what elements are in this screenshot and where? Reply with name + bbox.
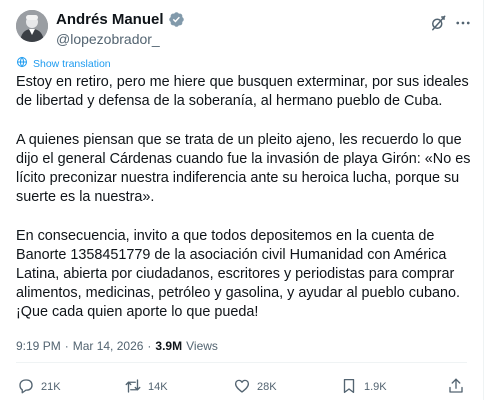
like-count: 28K (257, 381, 277, 393)
avatar[interactable] (16, 10, 48, 42)
post-paragraph: En consecuencia, invito a que todos depo… (16, 227, 460, 321)
reply-button[interactable]: 21K (17, 377, 61, 397)
post-text: Estoy en retiro, pero me hiere que busqu… (16, 73, 478, 323)
globe-icon (16, 56, 28, 71)
author-name-line: Andrés Manuel (56, 10, 185, 29)
grok-icon[interactable] (427, 12, 449, 34)
repost-icon (124, 377, 142, 398)
repost-count: 14K (148, 381, 168, 393)
share-icon (447, 377, 465, 398)
like-icon (233, 377, 251, 398)
reply-count: 21K (41, 381, 61, 393)
show-translation-link[interactable]: Show translation (16, 56, 111, 71)
meta-separator: · (64, 339, 69, 353)
post-paragraph: A quienes piensan que se trata de un ple… (16, 131, 471, 206)
views-count: 3.9M (155, 339, 183, 353)
post-time[interactable]: 9:19 PM (16, 338, 61, 354)
share-button[interactable] (447, 377, 465, 397)
post: Andrés Manuel @lopezobrador_ Show transl… (0, 0, 484, 400)
post-paragraph: Estoy en retiro, pero me hiere que busqu… (16, 74, 469, 110)
like-button[interactable]: 28K (233, 377, 277, 397)
repost-button[interactable]: 14K (124, 377, 168, 397)
author-handle[interactable]: @lopezobrador_ (56, 30, 160, 48)
bookmark-count: 1.9K (364, 381, 387, 393)
more-icon[interactable] (452, 12, 474, 34)
show-translation-label: Show translation (33, 57, 111, 70)
post-meta: 9:19 PM · Mar 14, 2026 · 3.9M Views (16, 338, 218, 354)
meta-separator: · (147, 339, 152, 353)
views-label: Views (186, 339, 218, 353)
reply-icon (17, 377, 35, 398)
post-date[interactable]: Mar 14, 2026 (73, 338, 144, 354)
bookmark-button[interactable]: 1.9K (340, 377, 387, 397)
verified-badge-icon[interactable] (168, 11, 185, 28)
author-name[interactable]: Andrés Manuel (56, 10, 164, 29)
bookmark-icon (340, 377, 358, 398)
divider (16, 362, 467, 363)
